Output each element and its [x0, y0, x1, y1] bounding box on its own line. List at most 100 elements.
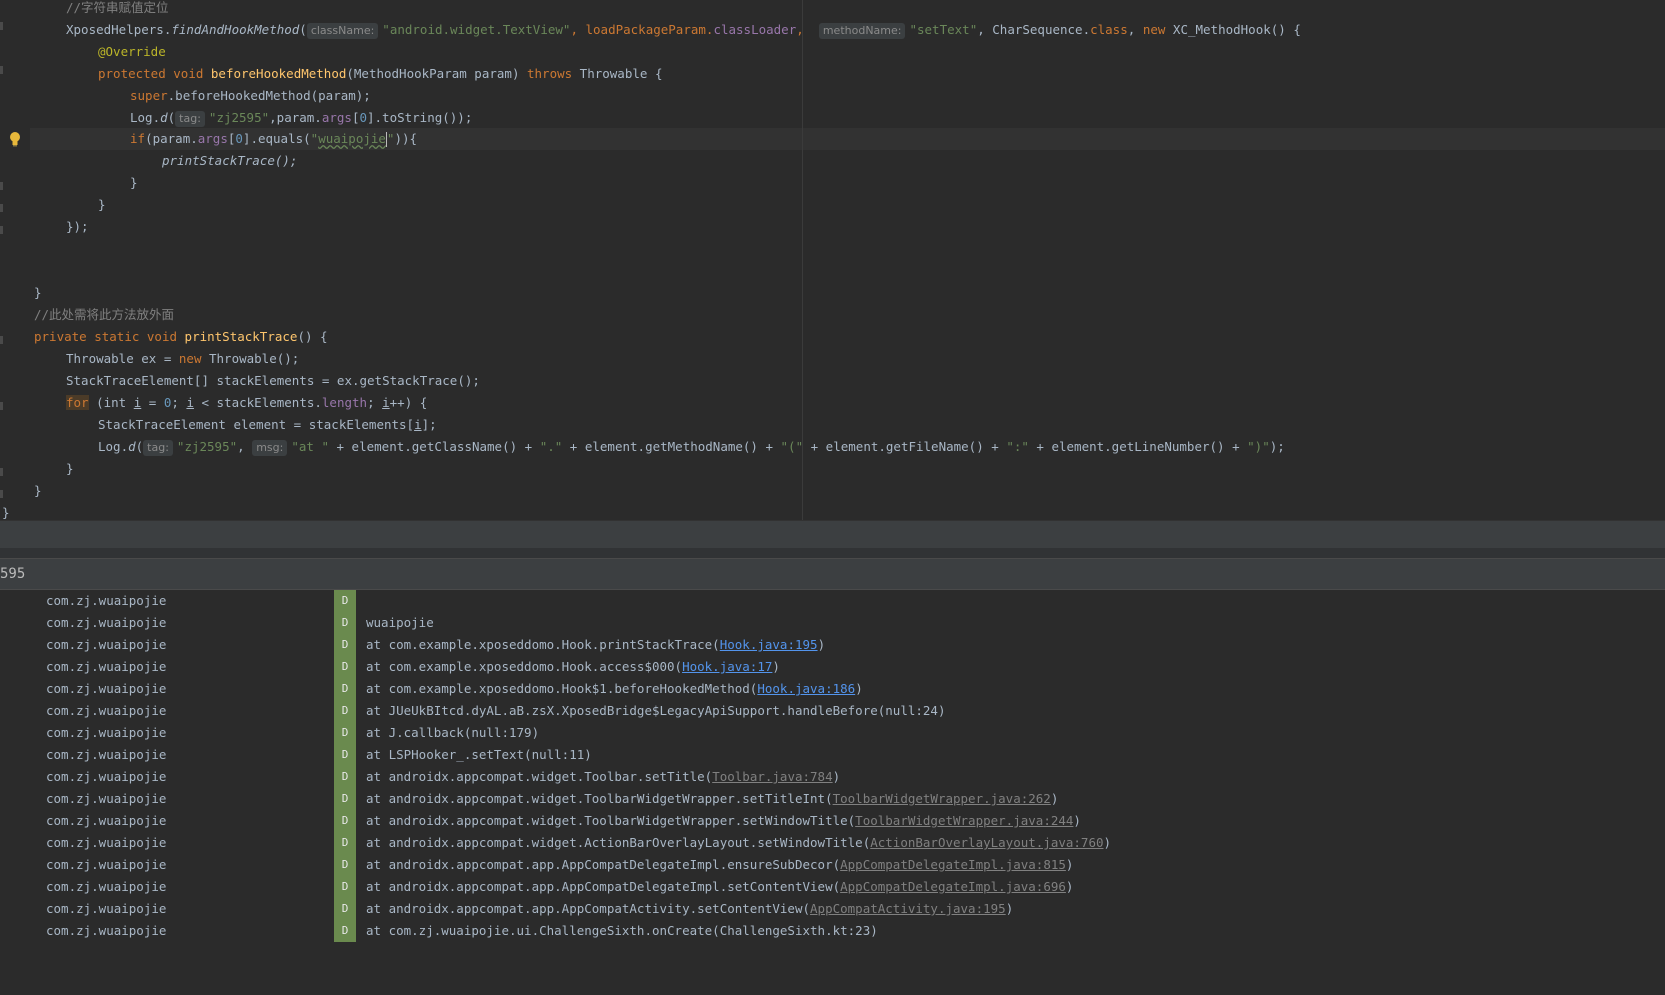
- source-link[interactable]: Hook.java:186: [757, 681, 855, 696]
- fold-marker[interactable]: [0, 66, 3, 74]
- code-line: protected void beforeHookedMethod(Method…: [98, 66, 663, 81]
- code-line: //字符串赋值定位: [66, 0, 169, 15]
- fold-marker[interactable]: [0, 490, 3, 498]
- fold-marker[interactable]: [0, 468, 3, 476]
- code-line: Log.d(tag: "zj2595", msg: "at " + element.…: [98, 439, 1285, 456]
- log-package: com.zj.wuaipojie: [46, 813, 167, 828]
- logcat-filter-bar[interactable]: 595: [0, 558, 1665, 590]
- code-line: StackTraceElement element = stackElement…: [98, 417, 437, 432]
- log-row[interactable]: com.zj.wuaipojie Dat androidx.appcompat.a…: [0, 876, 1665, 898]
- log-package: com.zj.wuaipojie: [46, 637, 167, 652]
- log-row[interactable]: com.zj.wuaipojie Dat J.callback(null:179): [0, 722, 1665, 744]
- log-package: com.zj.wuaipojie: [46, 703, 167, 718]
- param-hint: tag:: [143, 440, 173, 456]
- fold-marker[interactable]: [0, 336, 3, 344]
- source-link[interactable]: Hook.java:17: [682, 659, 772, 674]
- param-hint: tag:: [175, 111, 205, 127]
- source-link[interactable]: AppCompatDelegateImpl.java:696: [840, 879, 1066, 894]
- log-message: at androidx.appcompat.widget.ToolbarWidg…: [366, 791, 1059, 806]
- log-level-badge: D: [334, 700, 356, 722]
- log-package: com.zj.wuaipojie: [46, 747, 167, 762]
- log-row[interactable]: com.zj.wuaipojie Dat androidx.appcompat.w…: [0, 766, 1665, 788]
- log-level-badge: D: [334, 656, 356, 678]
- log-message: at JUeUkBItcd.dyAL.aB.zsX.XposedBridge$L…: [366, 703, 946, 718]
- fold-marker[interactable]: [0, 402, 3, 410]
- log-package: com.zj.wuaipojie: [46, 923, 167, 938]
- log-level-badge: D: [334, 766, 356, 788]
- code-line: Throwable ex = new Throwable();: [66, 351, 300, 366]
- code-line: //此处需将此方法放外面: [34, 307, 175, 322]
- log-package: com.zj.wuaipojie: [46, 593, 167, 608]
- log-row[interactable]: com.zj.wuaipojie Dat androidx.appcompat.a…: [0, 898, 1665, 920]
- fold-marker[interactable]: [0, 204, 3, 212]
- log-row[interactable]: com.zj.wuaipojie Dat com.example.xposeddo…: [0, 634, 1665, 656]
- code-line: });: [66, 219, 89, 234]
- log-row[interactable]: com.zj.wuaipojie D: [0, 590, 1665, 612]
- log-row[interactable]: com.zj.wuaipojie Dwuaipojie: [0, 612, 1665, 634]
- log-row[interactable]: com.zj.wuaipojie Dat JUeUkBItcd.dyAL.aB.z…: [0, 700, 1665, 722]
- log-package: com.zj.wuaipojie: [46, 835, 167, 850]
- log-message: at androidx.appcompat.app.AppCompatDeleg…: [366, 879, 1074, 894]
- log-level-badge: D: [334, 590, 356, 612]
- log-package: com.zj.wuaipojie: [46, 681, 167, 696]
- log-row[interactable]: com.zj.wuaipojie Dat androidx.appcompat.w…: [0, 788, 1665, 810]
- log-message: at com.example.xposeddomo.Hook$1.beforeH…: [366, 681, 863, 696]
- log-message: at LSPHooker_.setText(null:11): [366, 747, 592, 762]
- log-level-badge: D: [334, 678, 356, 700]
- editor-bottom-bar: [0, 520, 1665, 549]
- fold-marker[interactable]: [0, 182, 3, 190]
- log-package: com.zj.wuaipojie: [46, 879, 167, 894]
- log-row[interactable]: com.zj.wuaipojie Dat com.zj.wuaipojie.ui.…: [0, 920, 1665, 942]
- code-line: }: [34, 285, 42, 300]
- log-row[interactable]: com.zj.wuaipojie Dat LSPHooker_.setText(n…: [0, 744, 1665, 766]
- log-level-badge: D: [334, 722, 356, 744]
- logcat-filter-input[interactable]: 595: [0, 559, 25, 589]
- param-hint: className:: [306, 23, 379, 39]
- code-line-current: if(param.args[0].equals("wuaipojie")){: [130, 131, 418, 147]
- source-link[interactable]: ActionBarOverlayLayout.java:760: [870, 835, 1103, 850]
- panel-divider[interactable]: [0, 548, 1665, 558]
- code-line: for (int i = 0; i < stackElements.length…: [66, 395, 428, 410]
- log-row[interactable]: com.zj.wuaipojie Dat androidx.appcompat.w…: [0, 832, 1665, 854]
- log-level-badge: D: [334, 788, 356, 810]
- code-line: @Override: [98, 44, 166, 59]
- source-link[interactable]: Hook.java:195: [720, 637, 818, 652]
- log-level-badge: D: [334, 898, 356, 920]
- log-message: at com.example.xposeddomo.Hook.printStac…: [366, 637, 826, 652]
- log-package: com.zj.wuaipojie: [46, 615, 167, 630]
- log-row[interactable]: com.zj.wuaipojie Dat androidx.appcompat.w…: [0, 810, 1665, 832]
- fold-marker[interactable]: [0, 22, 3, 30]
- logcat-panel: com.zj.wuaipojie Dcom.zj.wuaipojie Dwuaipo…: [0, 590, 1665, 995]
- log-package: com.zj.wuaipojie: [46, 725, 167, 740]
- source-link[interactable]: ToolbarWidgetWrapper.java:244: [855, 813, 1073, 828]
- log-package: com.zj.wuaipojie: [46, 857, 167, 872]
- param-hint: methodName:: [818, 23, 906, 39]
- log-package: com.zj.wuaipojie: [46, 901, 167, 916]
- log-package: com.zj.wuaipojie: [46, 791, 167, 806]
- log-message: at androidx.appcompat.app.AppCompatActiv…: [366, 901, 1014, 916]
- source-link[interactable]: AppCompatDelegateImpl.java:815: [840, 857, 1066, 872]
- lightbulb-icon[interactable]: [9, 131, 21, 147]
- code-editor[interactable]: //字符串赋值定位 XposedHelpers.findAndHookMetho…: [0, 0, 1665, 520]
- source-link[interactable]: AppCompatActivity.java:195: [810, 901, 1006, 916]
- code-line: }: [66, 461, 74, 476]
- log-message: at J.callback(null:179): [366, 725, 540, 740]
- log-package: com.zj.wuaipojie: [46, 769, 167, 784]
- code-line: }: [34, 483, 42, 498]
- log-row[interactable]: com.zj.wuaipojie Dat com.example.xposeddo…: [0, 656, 1665, 678]
- code-line: }: [98, 197, 106, 212]
- log-level-badge: D: [334, 832, 356, 854]
- fold-marker[interactable]: [0, 226, 3, 234]
- code-line: XposedHelpers.findAndHookMethod(classNam…: [66, 22, 1301, 39]
- log-row[interactable]: com.zj.wuaipojie Dat androidx.appcompat.a…: [0, 854, 1665, 876]
- log-message: at com.example.xposeddomo.Hook.access$00…: [366, 659, 780, 674]
- log-message: at androidx.appcompat.widget.ToolbarWidg…: [366, 813, 1081, 828]
- log-level-badge: D: [334, 634, 356, 656]
- log-message: at androidx.appcompat.app.AppCompatDeleg…: [366, 857, 1074, 872]
- code-line: printStackTrace();: [162, 153, 298, 168]
- code-line: private static void printStackTrace() {: [34, 329, 328, 344]
- source-link[interactable]: ToolbarWidgetWrapper.java:262: [833, 791, 1051, 806]
- param-hint: msg:: [252, 440, 288, 456]
- source-link[interactable]: Toolbar.java:784: [712, 769, 832, 784]
- log-row[interactable]: com.zj.wuaipojie Dat com.example.xposeddo…: [0, 678, 1665, 700]
